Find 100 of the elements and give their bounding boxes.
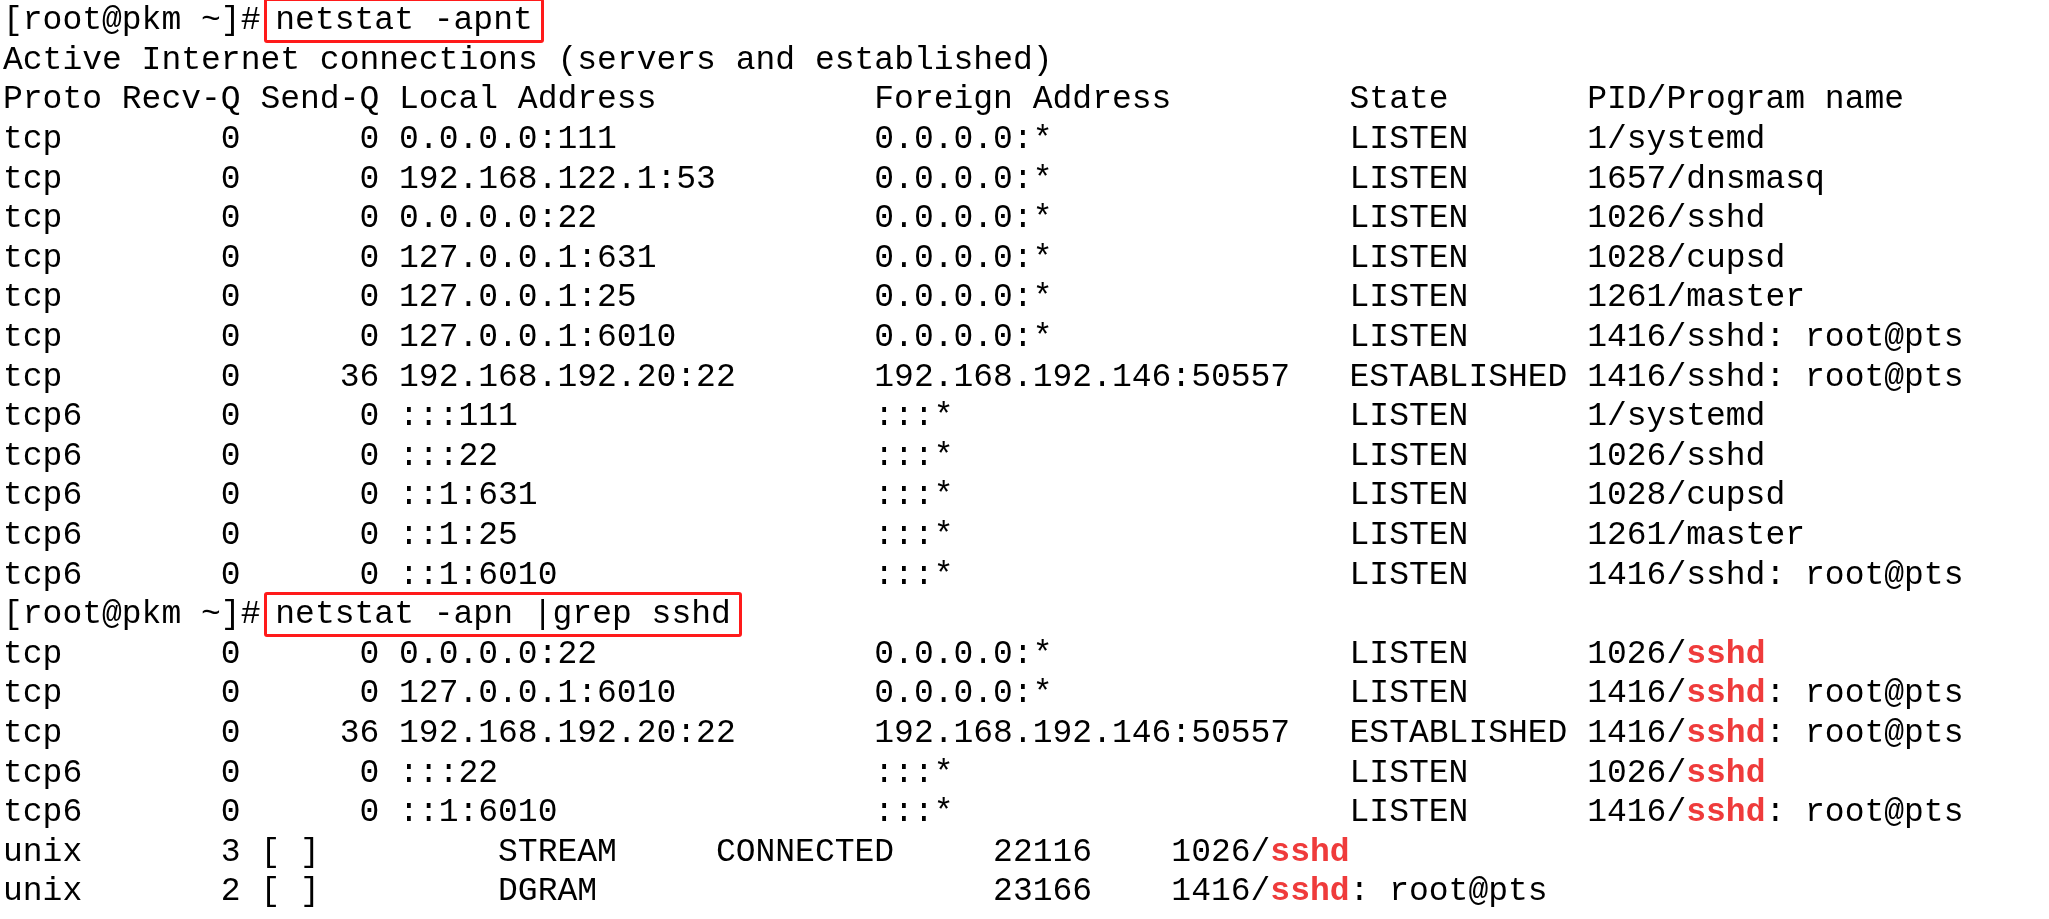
table-cell: 0 (220, 717, 241, 750)
table-cell: tcp (3, 281, 63, 315)
table-cell: ::1:25 (399, 519, 518, 552)
table-cell: 0.0.0.0:22 (399, 637, 598, 671)
table-cell: 1416/sshd: root@pts (1587, 796, 1964, 830)
table-cell: 1026/sshd (1171, 835, 1350, 869)
output-line: Active Internet connections (servers and established) (3, 43, 1053, 77)
table-cell: 0 (359, 756, 380, 790)
table-cell: 0 (220, 439, 241, 473)
table-cell: PID/Program name (1587, 83, 1905, 117)
table-cell: 1028/cupsd (1587, 479, 1786, 513)
table-cell: 1657/dnsmasq (1587, 162, 1825, 196)
table-cell: LISTEN (1349, 241, 1469, 275)
table-cell: 0 (220, 400, 241, 434)
table-cell: 0 (359, 321, 380, 355)
table-cell: 1026/sshd (1587, 756, 1766, 790)
table-cell: 36 (339, 360, 380, 394)
table-cell: :::* (874, 756, 954, 790)
table-cell: :::* (874, 439, 954, 473)
table-cell: LISTEN (1349, 558, 1469, 592)
table-cell: 0 (359, 400, 380, 434)
table-cell: 192.168.122.1:53 (399, 162, 716, 196)
table-cell: tcp (3, 202, 63, 236)
shell-prompt: [root@pkm ~]# (3, 598, 261, 632)
table-cell: tcp (3, 637, 63, 671)
table-cell: 36 (339, 717, 380, 750)
table-cell: 0.0.0.0:* (874, 241, 1053, 275)
table-cell: 1416/sshd: root@pts (1587, 321, 1964, 355)
table-cell: 2 (220, 875, 241, 909)
table-cell: State (1349, 83, 1449, 117)
table-cell: 192.168.192.146:50557 (874, 717, 1291, 750)
table-cell: LISTEN (1349, 162, 1469, 196)
table-cell: 0 (359, 162, 380, 196)
table-cell: 0 (359, 637, 380, 671)
table-cell: 0 (359, 479, 380, 513)
table-cell: LISTEN (1349, 756, 1469, 790)
table-cell: 0 (220, 677, 241, 711)
table-cell: 1416/sshd: root@pts (1587, 677, 1964, 711)
table-cell: :::111 (399, 400, 518, 434)
table-cell: 0 (220, 637, 241, 671)
table-cell: 0 (220, 558, 241, 592)
table-cell: LISTEN (1349, 637, 1469, 671)
table-cell: ::1:6010 (399, 558, 558, 592)
table-cell: LISTEN (1349, 439, 1469, 473)
table-cell: 0 (359, 519, 380, 552)
table-cell: 0 (359, 241, 380, 275)
table-cell: 22116 (993, 835, 1093, 869)
table-cell: 1416/sshd: root@pts (1171, 875, 1548, 909)
table-cell: 127.0.0.1:6010 (399, 321, 677, 355)
table-cell: 1416/sshd: root@pts (1587, 717, 1964, 750)
table-cell: 1/systemd (1587, 400, 1766, 434)
table-cell: 0 (220, 123, 241, 157)
table-cell: 0 (220, 360, 241, 394)
table-cell: tcp6 (3, 400, 83, 434)
table-cell: 0.0.0.0:* (874, 202, 1053, 236)
table-cell: [ ] (260, 835, 320, 869)
table-cell: tcp6 (3, 796, 83, 830)
table-cell: LISTEN (1349, 479, 1469, 513)
table-cell: 0 (359, 677, 380, 711)
table-cell: 0 (220, 241, 241, 275)
table-cell: [ ] (260, 875, 320, 909)
table-cell: LISTEN (1349, 796, 1469, 830)
table-cell: 1028/cupsd (1587, 241, 1786, 275)
table-cell: 23166 (993, 875, 1093, 909)
table-cell: :::22 (399, 756, 499, 790)
table-cell: 0 (359, 439, 380, 473)
table-cell: Send-Q (260, 83, 380, 117)
table-cell: LISTEN (1349, 202, 1469, 236)
table-cell: tcp6 (3, 519, 83, 552)
table-cell: unix (3, 875, 83, 909)
table-cell: 127.0.0.1:631 (399, 241, 657, 275)
table-cell: Recv-Q (121, 83, 241, 117)
table-cell: 127.0.0.1:25 (399, 281, 637, 315)
table-cell: ::1:6010 (399, 796, 558, 830)
table-cell: 0 (359, 202, 380, 236)
table-cell: 0 (220, 519, 241, 552)
command-text: netstat -apnt (264, 0, 544, 44)
table-cell: 1416/sshd: root@pts (1587, 360, 1964, 394)
command-text: netstat -apn |grep sshd (264, 592, 742, 638)
table-cell: tcp (3, 123, 63, 157)
table-cell: Local Address (399, 83, 657, 117)
table-cell: 0 (220, 281, 241, 315)
table-cell: tcp (3, 360, 63, 394)
table-cell: 1026/sshd (1587, 202, 1766, 236)
table-cell: 192.168.192.146:50557 (874, 360, 1291, 394)
table-cell: Foreign Address (874, 83, 1172, 117)
table-cell: tcp6 (3, 479, 83, 513)
table-cell: 0.0.0.0:* (874, 162, 1053, 196)
table-cell: :::* (874, 519, 954, 552)
table-cell: Proto (3, 83, 103, 117)
table-cell: tcp (3, 162, 63, 196)
table-cell: ESTABLISHED (1349, 717, 1568, 750)
table-cell: 0 (220, 756, 241, 790)
table-cell: LISTEN (1349, 123, 1469, 157)
table-cell: STREAM (498, 835, 617, 869)
table-cell: 192.168.192.20:22 (399, 360, 736, 394)
table-cell: 0.0.0.0:* (874, 637, 1053, 671)
table-cell: CONNECTED (715, 835, 895, 869)
table-cell: :::* (874, 400, 954, 434)
table-cell: ESTABLISHED (1349, 360, 1568, 394)
